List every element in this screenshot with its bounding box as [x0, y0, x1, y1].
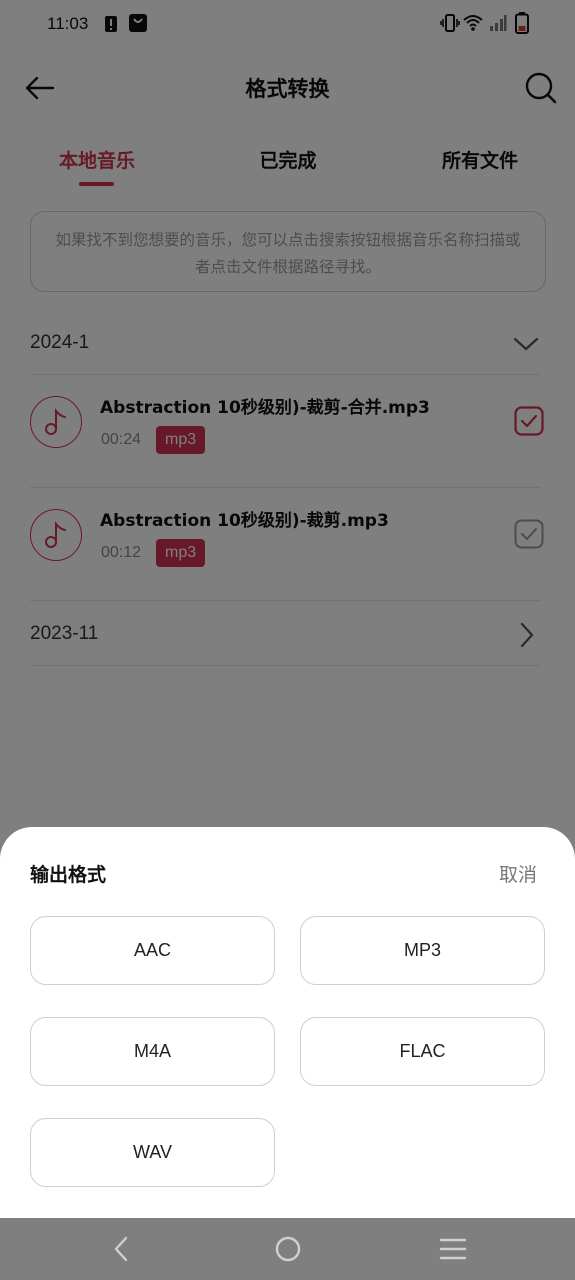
nav-back-button[interactable]: [108, 1234, 136, 1268]
format-option-m4a[interactable]: M4A: [30, 1017, 275, 1086]
nav-menu-button[interactable]: [438, 1234, 468, 1268]
system-nav-bar: [0, 1218, 575, 1280]
nav-home-button[interactable]: [273, 1234, 303, 1268]
format-option-flac[interactable]: FLAC: [300, 1017, 545, 1086]
nav-home-icon: [275, 1236, 301, 1262]
cancel-button[interactable]: 取消: [499, 860, 537, 887]
nav-back-icon: [114, 1236, 128, 1262]
format-option-aac[interactable]: AAC: [30, 916, 275, 985]
sheet-title: 输出格式: [30, 864, 107, 886]
format-option-mp3[interactable]: MP3: [300, 916, 545, 985]
format-option-wav[interactable]: WAV: [30, 1118, 275, 1187]
nav-menu-icon: [439, 1238, 467, 1260]
output-format-sheet: 输出格式 取消 AAC MP3 M4A FLAC WAV: [0, 827, 575, 1218]
